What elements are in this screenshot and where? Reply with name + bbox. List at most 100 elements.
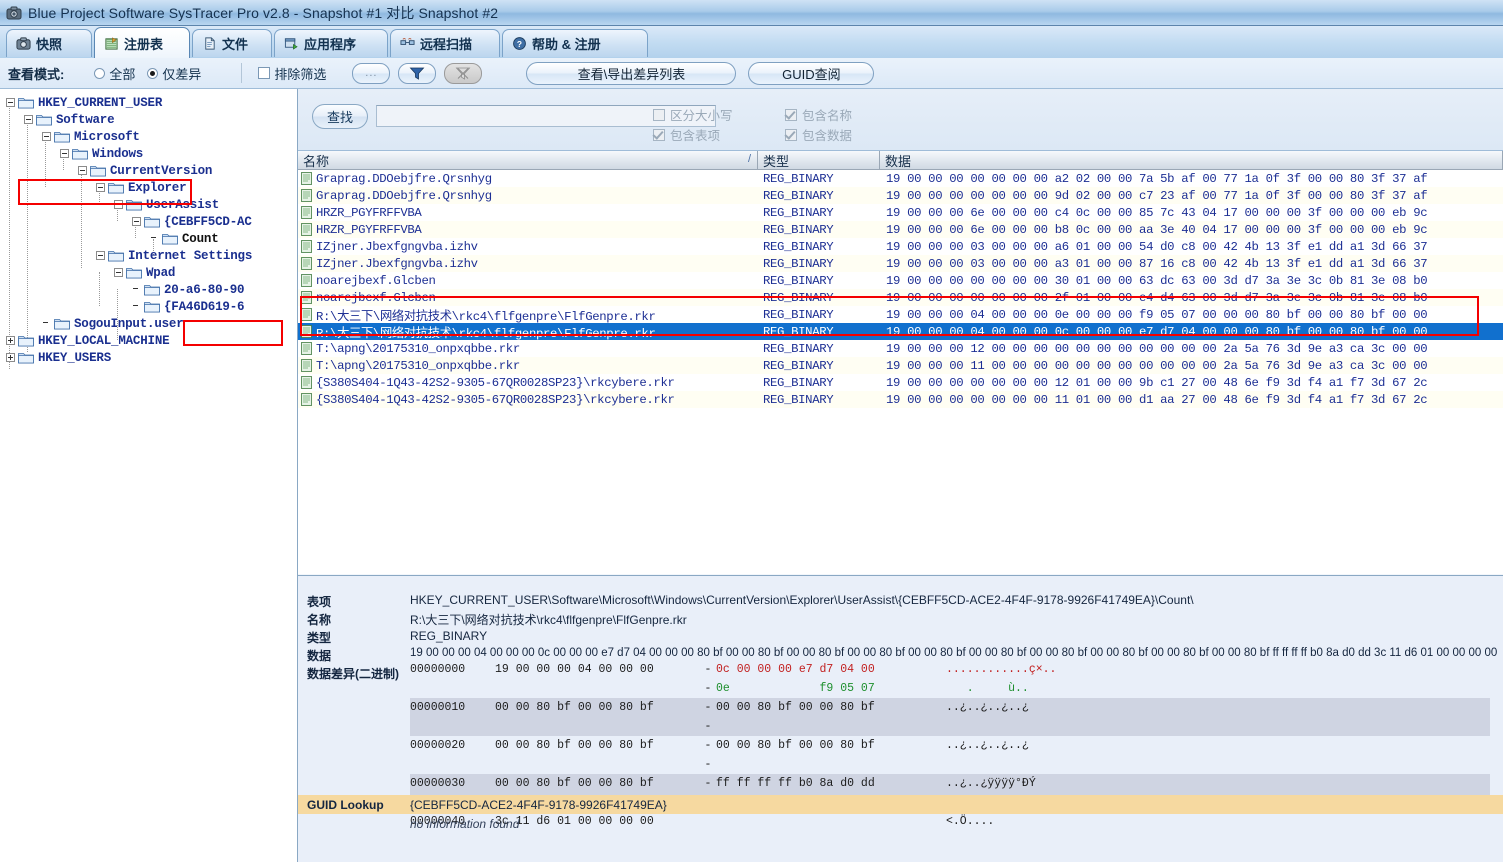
radio-view-diff-only[interactable]: 仅差异 xyxy=(147,64,201,83)
main-tab-bar[interactable]: 快照 注册表 文件 应用程序 远程扫描 ? 帮助 & 注册 xyxy=(0,26,1503,59)
tree-expander-icon[interactable] xyxy=(114,200,123,209)
tree-node-microsoft[interactable]: Microsoft xyxy=(42,128,140,145)
cell-name-text: T:\apng\20175310_onpxqbbe.rkr xyxy=(316,358,520,373)
table-row[interactable]: Graprag.DDOebjfre.Qrsnhyg REG_BINARY 19 00… xyxy=(298,170,1503,187)
column-header-name[interactable]: 名称 / xyxy=(298,151,758,169)
tree-expander-icon[interactable] xyxy=(96,251,105,260)
tree-node-20-a6-80-90[interactable]: 20-a6-80-90 xyxy=(132,281,245,298)
cell-name: IZjner.Jbexfgngvba.izhv xyxy=(298,257,758,271)
table-row[interactable]: R:\大三下\网络对抗技术\rkc4\flfgenpre\FlfGenpre.r… xyxy=(298,306,1503,324)
tab-label: 帮助 & 注册 xyxy=(532,37,601,52)
tree-node-windows[interactable]: Windows xyxy=(60,145,143,162)
tree-expander-icon[interactable] xyxy=(78,166,87,175)
table-row[interactable]: Graprag.DDOebjfre.Qrsnhyg REG_BINARY 19 00… xyxy=(298,187,1503,204)
cell-data: 19 00 00 00 00 00 00 00 11 01 00 00 d1 a… xyxy=(886,392,1428,407)
tree-node-internet-settings[interactable]: Internet Settings xyxy=(96,247,252,264)
tree-node-cebff5cd-ac[interactable]: {CEBFF5CD-AC xyxy=(132,213,252,230)
tree-expander-icon[interactable] xyxy=(96,183,105,192)
radio-icon[interactable] xyxy=(94,67,106,79)
checkbox-exclude-filter[interactable]: 排除筛选 xyxy=(258,64,326,83)
column-header-label: 名称 xyxy=(303,153,330,169)
table-row[interactable]: {S380S404-1Q43-42S2-9305-67QR0028SP23}\r… xyxy=(298,391,1503,408)
tree-node-hkey-users[interactable]: HKEY_USERS xyxy=(6,349,111,366)
detail-value-data: 19 00 00 00 04 00 00 00 0c 00 00 00 e7 d… xyxy=(410,647,1498,659)
checkbox-icon[interactable] xyxy=(258,67,271,79)
cell-name: IZjner.Jbexfgngvba.izhv xyxy=(298,240,758,254)
tree-node-label: SogouInput.user xyxy=(74,316,184,331)
tree-expander-icon[interactable] xyxy=(6,336,15,345)
ellipsis-button[interactable]: ... xyxy=(352,62,391,84)
table-row[interactable]: IZjner.Jbexfgngvba.izhv REG_BINARY 19 00 0… xyxy=(298,255,1503,272)
radio-icon-selected[interactable] xyxy=(147,67,159,79)
cell-type: REG_BINARY xyxy=(763,171,834,186)
table-row[interactable]: noarejbexf.Glcben REG_BINARY 19 00 00 00 0… xyxy=(298,272,1503,289)
tree-node-currentversion[interactable]: CurrentVersion xyxy=(78,162,212,179)
checkbox-icon[interactable] xyxy=(653,128,665,141)
checkbox-icon[interactable] xyxy=(785,128,797,141)
tree-node-hkey-current-user[interactable]: HKEY_CURRENT_USER xyxy=(6,94,162,111)
table-row[interactable]: HRZR_PGYFRFFVBA REG_BINARY 19 00 00 00 6e … xyxy=(298,204,1503,221)
checkbox-case-sensitive[interactable]: 区分大小写 xyxy=(653,105,733,124)
table-row[interactable]: HRZR_PGYFRFFVBA REG_BINARY 19 00 00 00 6e … xyxy=(298,221,1503,238)
table-row[interactable]: {S380S404-1Q43-42S2-9305-67QR0028SP23}\r… xyxy=(298,374,1503,391)
cell-type: REG_BINARY xyxy=(763,290,834,305)
tab-label: 远程扫描 xyxy=(420,37,473,52)
tab-registry[interactable]: 注册表 xyxy=(94,27,190,58)
checkbox-include-key[interactable]: 包含表项 xyxy=(653,125,720,144)
cell-name-text: HRZR_PGYFRFFVBA xyxy=(316,222,422,237)
cell-data: 19 00 00 00 03 00 00 00 a6 01 00 00 54 d… xyxy=(886,239,1428,254)
tree-node-sogouinput-user[interactable]: SogouInput.user xyxy=(42,315,184,332)
table-row[interactable]: IZjner.Jbexfgngvba.izhv REG_BINARY 19 00 0… xyxy=(298,238,1503,255)
tree-expander-icon[interactable] xyxy=(42,132,51,141)
tab-snapshots[interactable]: 快照 xyxy=(6,29,92,57)
cell-data: 19 00 00 00 00 00 00 00 a2 02 00 00 7a 5… xyxy=(886,171,1428,186)
checkbox-include-data[interactable]: 包含数据 xyxy=(785,125,852,144)
registry-tree-panel[interactable]: HKEY_CURRENT_USER Software Microsoft Win… xyxy=(0,89,298,862)
tree-node-count[interactable]: Count xyxy=(150,230,219,247)
column-header-data[interactable]: 数据 xyxy=(880,151,1503,169)
find-button[interactable]: 查找 xyxy=(312,104,368,129)
table-row[interactable]: T:\apng\20175310_onpxqbbe.rkr REG_BINARY 1… xyxy=(298,340,1503,357)
tree-node-fa46d619-6[interactable]: {FA46D619-6 xyxy=(132,298,245,315)
hex-bytes-a: 00 00 80 bf 00 00 80 bf xyxy=(495,701,654,714)
checkbox-icon[interactable] xyxy=(785,108,797,121)
checkbox-icon[interactable] xyxy=(653,108,665,121)
checkbox-include-name[interactable]: 包含名称 xyxy=(785,105,852,124)
radio-diff-label: 仅差异 xyxy=(162,66,202,82)
cell-name: Graprag.DDOebjfre.Qrsnhyg xyxy=(298,189,758,203)
export-diff-list-button[interactable]: 查看\导出差异列表 xyxy=(526,61,737,85)
tree-expander-icon[interactable] xyxy=(6,98,15,107)
tree-expander-icon[interactable] xyxy=(114,268,123,277)
tree-node-software[interactable]: Software xyxy=(24,111,115,128)
camera-icon xyxy=(6,6,22,19)
clear-filter-button[interactable] xyxy=(444,62,483,84)
tree-expander-icon[interactable] xyxy=(24,115,33,124)
tree-expander-icon[interactable] xyxy=(60,149,69,158)
list-body[interactable]: Graprag.DDOebjfre.Qrsnhyg REG_BINARY 19 00… xyxy=(298,170,1503,408)
cell-name: HRZR_PGYFRFFVBA xyxy=(298,206,758,220)
tab-applications[interactable]: 应用程序 xyxy=(274,29,388,57)
tree-node-userassist[interactable]: UserAssist xyxy=(114,196,219,213)
table-row[interactable]: noarejbexf.Glcben REG_BINARY 19 00 00 00 0… xyxy=(298,289,1503,306)
tree-expander-icon[interactable] xyxy=(132,217,141,226)
radio-view-all[interactable]: 全部 xyxy=(94,64,135,83)
column-header-type[interactable]: 类型 xyxy=(758,151,880,169)
tab-remote-scan[interactable]: 远程扫描 xyxy=(390,29,500,57)
registry-value-icon xyxy=(301,393,312,406)
table-row[interactable]: T:\apng\20175310_onpxqbbe.rkr REG_BINARY 1… xyxy=(298,357,1503,374)
tab-files[interactable]: 文件 xyxy=(192,29,272,57)
guid-lookup-button[interactable]: GUID查阅 xyxy=(748,61,875,85)
tree-expander-icon[interactable] xyxy=(6,353,15,362)
view-mode-label: 查看模式: xyxy=(8,66,65,82)
tree-node-wpad[interactable]: Wpad xyxy=(114,264,175,281)
tab-help-register[interactable]: ? 帮助 & 注册 xyxy=(502,29,648,57)
tree-node-explorer[interactable]: Explorer xyxy=(96,179,187,196)
table-row[interactable]: R:\大三下\网络对抗技术\rkc4\flfgenpre\FlfGenpre.r… xyxy=(298,323,1503,341)
apply-filter-button[interactable] xyxy=(398,62,437,84)
registry-value-icon xyxy=(301,308,312,321)
registry-values-list[interactable]: 名称 / 类型 数据 Graprag.DDOebjfre.Qrsnhyg REG_… xyxy=(298,151,1503,574)
tree-node-hkey-local-machine[interactable]: HKEY_LOCAL_MACHINE xyxy=(6,332,170,349)
cell-type: REG_BINARY xyxy=(763,307,834,322)
cell-type: REG_BINARY xyxy=(763,205,834,220)
list-header-row[interactable]: 名称 / 类型 数据 xyxy=(298,151,1503,170)
